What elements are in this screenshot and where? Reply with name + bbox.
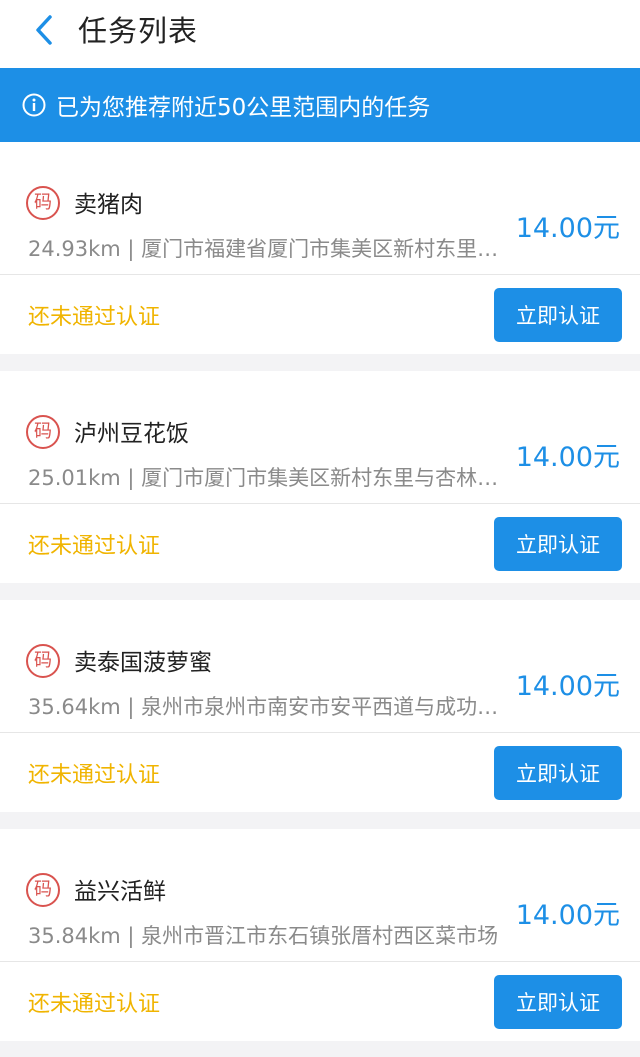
task-name: 卖猪肉	[74, 192, 143, 218]
info-circle-icon	[22, 93, 46, 117]
notice-banner: 已为您推荐附近50公里范围内的任务	[0, 68, 640, 142]
task-card-footer: 还未通过认证 立即认证	[0, 962, 640, 1041]
verify-now-button[interactable]: 立即认证	[494, 517, 622, 571]
verify-now-button[interactable]: 立即认证	[494, 746, 622, 800]
verification-status: 还未通过认证	[28, 992, 161, 1017]
task-card-info[interactable]: 码 卖泰国菠萝蜜 35.64km | 泉州市泉州市南安市安平西道与成功路交叉口 …	[0, 600, 640, 733]
task-address: 25.01km | 厦门市厦门市集美区新村东里与杏林路交叉口	[28, 466, 504, 490]
page-title: 任务列表	[78, 14, 199, 48]
verification-status: 还未通过认证	[28, 305, 161, 330]
task-price: 14.00元	[515, 900, 620, 931]
task-card[interactable]: 码 益兴活鲜 35.84km | 泉州市晋江市东石镇张厝村西区菜市场 14.00…	[0, 829, 640, 1041]
task-name: 益兴活鲜	[74, 879, 166, 905]
code-badge: 码	[26, 186, 60, 220]
task-card-info[interactable]: 码 益兴活鲜 35.84km | 泉州市晋江市东石镇张厝村西区菜市场 14.00…	[0, 829, 640, 962]
task-card-footer: 还未通过认证 立即认证	[0, 504, 640, 583]
task-name: 卖泰国菠萝蜜	[74, 650, 212, 676]
task-card[interactable]: 码 卖泰国菠萝蜜 35.64km | 泉州市泉州市南安市安平西道与成功路交叉口 …	[0, 600, 640, 812]
back-button[interactable]	[24, 10, 64, 50]
task-card-info[interactable]: 码 泸州豆花饭 25.01km | 厦门市厦门市集美区新村东里与杏林路交叉口 1…	[0, 371, 640, 504]
verification-status: 还未通过认证	[28, 763, 161, 788]
task-price: 14.00元	[515, 671, 620, 702]
task-card-footer: 还未通过认证 立即认证	[0, 733, 640, 812]
task-price: 14.00元	[515, 213, 620, 244]
code-badge: 码	[26, 415, 60, 449]
task-price: 14.00元	[515, 442, 620, 473]
task-address: 35.84km | 泉州市晋江市东石镇张厝村西区菜市场	[28, 924, 499, 948]
task-list: 码 卖猪肉 24.93km | 厦门市福建省厦门市集美区新村东里与杏林路交叉口 …	[0, 142, 640, 1041]
verification-status: 还未通过认证	[28, 534, 161, 559]
task-card-info[interactable]: 码 卖猪肉 24.93km | 厦门市福建省厦门市集美区新村东里与杏林路交叉口 …	[0, 142, 640, 275]
task-address: 35.64km | 泉州市泉州市南安市安平西道与成功路交叉口	[28, 695, 504, 719]
verify-now-button[interactable]: 立即认证	[494, 288, 622, 342]
task-card-footer: 还未通过认证 立即认证	[0, 275, 640, 354]
code-badge: 码	[26, 644, 60, 678]
task-address: 24.93km | 厦门市福建省厦门市集美区新村东里与杏林路交叉口	[28, 237, 504, 261]
app-header: 任务列表	[0, 0, 640, 68]
task-card[interactable]: 码 泸州豆花饭 25.01km | 厦门市厦门市集美区新村东里与杏林路交叉口 1…	[0, 371, 640, 583]
notice-text: 已为您推荐附近50公里范围内的任务	[56, 95, 431, 121]
chevron-left-icon	[36, 15, 52, 45]
task-name: 泸州豆花饭	[74, 421, 189, 447]
task-card[interactable]: 码 卖猪肉 24.93km | 厦门市福建省厦门市集美区新村东里与杏林路交叉口 …	[0, 142, 640, 354]
verify-now-button[interactable]: 立即认证	[494, 975, 622, 1029]
code-badge: 码	[26, 873, 60, 907]
